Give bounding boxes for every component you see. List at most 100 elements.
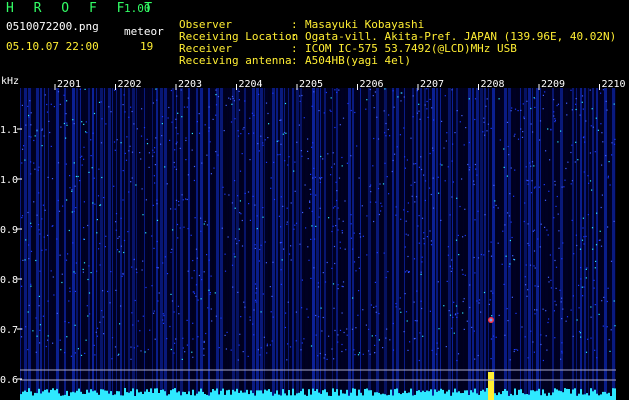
baseline-bar [520, 389, 522, 400]
noise-speck [405, 220, 407, 222]
noise-speck [332, 225, 334, 227]
baseline-bar [240, 390, 242, 400]
noise-speck [155, 137, 157, 139]
noise-speck [66, 199, 68, 201]
noise-speck [225, 104, 227, 106]
baseline-bar [304, 394, 306, 400]
noise-speck [530, 192, 533, 194]
noise-speck [545, 150, 547, 152]
time-column [120, 88, 122, 400]
noise-speck [565, 320, 567, 322]
noise-speck [485, 105, 487, 107]
baseline-bar [272, 395, 274, 400]
baseline-bar [284, 393, 286, 400]
noise-speck [162, 319, 164, 321]
noise-speck [392, 90, 394, 92]
noise-speck [280, 143, 282, 145]
noise-speck [142, 315, 144, 317]
noise-speck [307, 138, 309, 140]
noise-speck [553, 111, 555, 113]
noise-speck [281, 259, 283, 261]
noise-speck [248, 203, 250, 205]
noise-speck [515, 348, 517, 351]
noise-speck [444, 95, 446, 97]
noise-speck [196, 257, 198, 259]
noise-speck [453, 332, 455, 334]
noise-speck [445, 346, 447, 348]
noise-speck [228, 194, 230, 196]
noise-speck [231, 202, 233, 204]
noise-speck [484, 214, 486, 216]
noise-speck [145, 199, 147, 201]
time-column [568, 88, 571, 400]
noise-speck [95, 331, 97, 333]
noise-speck [113, 141, 116, 143]
noise-speck [476, 174, 478, 176]
noise-speck [329, 109, 331, 111]
noise-speck [93, 344, 95, 346]
noise-speck [406, 159, 408, 161]
noise-speck [467, 163, 469, 166]
noise-speck [141, 269, 143, 271]
noise-speck [96, 327, 99, 329]
baseline-bar [418, 390, 420, 400]
noise-speck [60, 126, 62, 128]
noise-speck [353, 232, 355, 234]
noise-speck [193, 179, 195, 182]
noise-speck [264, 241, 266, 243]
noise-speck [334, 89, 336, 91]
noise-speck [50, 270, 52, 272]
noise-speck [582, 217, 584, 219]
noise-speck [400, 311, 402, 313]
noise-speck [463, 144, 465, 146]
noise-speck [288, 253, 291, 255]
time-column [52, 88, 55, 400]
noise-speck [455, 305, 458, 307]
noise-speck [392, 349, 395, 351]
noise-speck [387, 128, 389, 131]
noise-speck [577, 159, 579, 161]
time-column [488, 88, 489, 400]
noise-speck [579, 114, 581, 116]
noise-speck [45, 249, 47, 251]
noise-speck [507, 212, 509, 214]
baseline-bar [54, 390, 56, 400]
noise-speck [161, 116, 164, 118]
noise-speck [38, 295, 40, 297]
noise-speck [342, 281, 345, 283]
noise-speck [478, 299, 481, 301]
baseline-bar [124, 388, 126, 400]
noise-speck [162, 262, 164, 264]
noise-speck [74, 185, 76, 187]
noise-speck [267, 137, 269, 139]
noise-speck [581, 239, 584, 241]
noise-speck [493, 206, 495, 208]
noise-speck [520, 128, 522, 130]
noise-speck [131, 177, 133, 179]
noise-speck [596, 357, 598, 359]
baseline-bar [398, 393, 400, 400]
baseline-bar [286, 395, 288, 400]
baseline-bar [382, 393, 384, 400]
noise-speck [238, 99, 240, 101]
noise-speck [488, 250, 490, 252]
noise-speck [37, 169, 39, 171]
noise-speck [522, 103, 524, 105]
baseline-bar [364, 389, 366, 400]
noise-speck [426, 100, 428, 103]
baseline-bar [604, 391, 606, 400]
noise-speck [77, 348, 79, 350]
noise-speck [337, 334, 339, 336]
time-column [88, 88, 90, 400]
noise-speck [395, 214, 397, 216]
baseline-bar [38, 388, 40, 400]
baseline-bar [426, 390, 428, 400]
baseline-bar [234, 391, 236, 400]
noise-speck [554, 119, 556, 121]
noise-speck [131, 151, 134, 153]
noise-speck [65, 259, 68, 261]
noise-speck [376, 252, 378, 254]
baseline-bar [140, 391, 142, 400]
baseline-bar [158, 393, 160, 400]
noise-speck [196, 121, 198, 123]
